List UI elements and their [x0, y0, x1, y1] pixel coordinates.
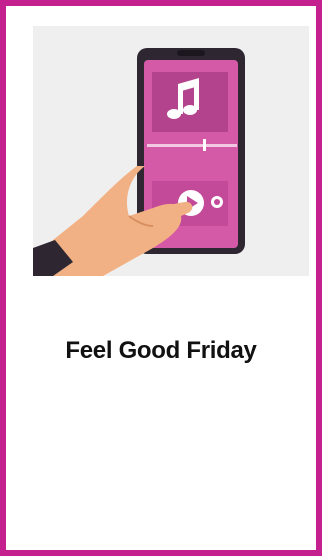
card-title: Feel Good Friday [65, 337, 257, 364]
next-icon [211, 196, 223, 208]
progress-track [147, 144, 237, 147]
music-player-illustration [33, 26, 309, 276]
phone-in-hand-icon [33, 48, 245, 276]
phone-notch [177, 50, 205, 56]
progress-thumb [203, 139, 206, 151]
card[interactable]: Feel Good Friday [0, 0, 322, 556]
